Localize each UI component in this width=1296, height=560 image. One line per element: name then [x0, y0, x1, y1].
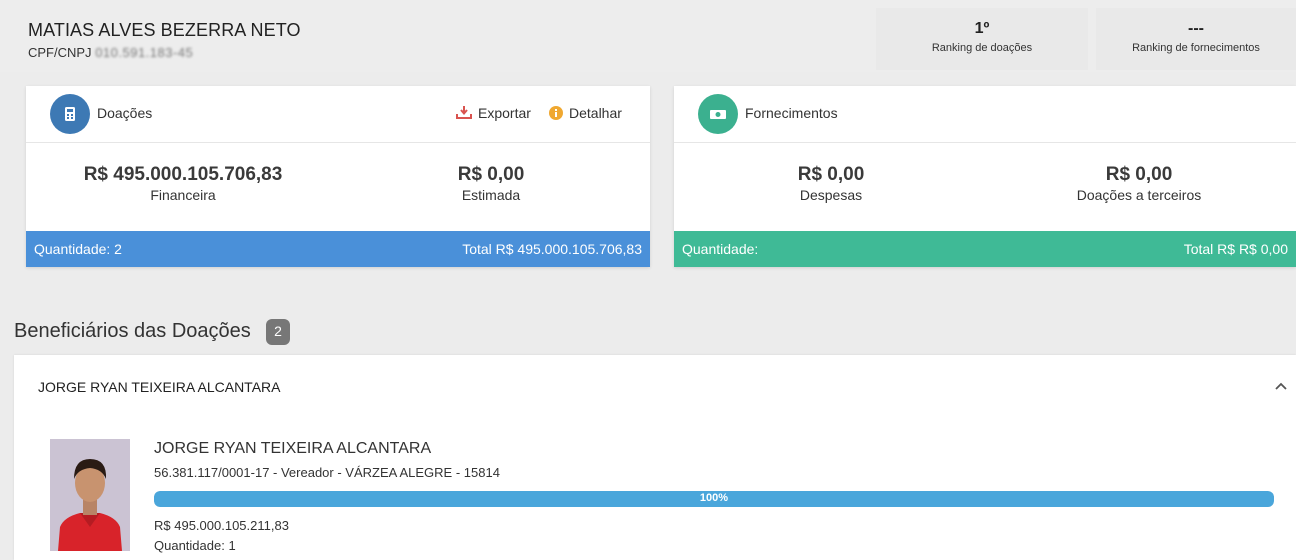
progress-label: 100%	[699, 492, 729, 504]
supplies-card-header: Fornecimentos	[674, 86, 1296, 143]
donor-header: MATIAS ALVES BEZERRA NETO CPF/CNPJ 010.5…	[0, 0, 1296, 72]
supplies-card-title: Fornecimentos	[745, 105, 838, 121]
financial-caption: Financeira	[150, 187, 216, 203]
third-party-amount: R$ 0,00	[1105, 164, 1173, 185]
financial-amount: R$ 495.000.105.706,83	[83, 164, 283, 185]
beneficiary-amount: R$ 495.000.105.211,83	[154, 518, 289, 533]
supplies-card: Fornecimentos R$ 0,00 Despesas R$ 0,00 D…	[674, 86, 1296, 267]
expenses-amount: R$ 0,00	[797, 164, 865, 185]
beneficiary-panel: JORGE RYAN TEIXEIRA ALCANTARA JORGE RYAN…	[14, 355, 1296, 560]
estimated-stat: R$ 0,00 Estimada	[361, 164, 621, 203]
detail-label: Detalhar	[569, 105, 622, 121]
beneficiary-name: JORGE RYAN TEIXEIRA ALCANTARA	[154, 440, 432, 457]
beneficiaries-title: Beneficiários das Doações	[14, 320, 251, 342]
beneficiary-progress-bar: 100%	[154, 491, 1274, 507]
ranking-donations: 1º Ranking de doações	[876, 8, 1088, 70]
beneficiaries-count-badge: 2	[266, 319, 290, 345]
calculator-icon	[50, 94, 90, 134]
donor-name: MATIAS ALVES BEZERRA NETO	[28, 20, 301, 40]
beneficiary-panel-header[interactable]: JORGE RYAN TEIXEIRA ALCANTARA	[38, 379, 280, 395]
donor-document: CPF/CNPJ 010.591.183-45	[28, 45, 193, 60]
ranking-supplies: --- Ranking de fornecimentos	[1096, 8, 1296, 70]
donor-doc-label: CPF/CNPJ	[28, 45, 92, 60]
donations-card-footer: Quantidade: 2 Total R$ 495.000.105.706,8…	[26, 231, 650, 267]
export-button[interactable]: Exportar	[456, 105, 531, 123]
third-party-caption: Doações a terceiros	[1076, 187, 1202, 203]
download-icon	[456, 105, 472, 123]
donations-total: Total R$ 495.000.105.706,83	[462, 241, 642, 257]
estimated-amount: R$ 0,00	[457, 164, 525, 185]
ranking-donations-label: Ranking de doações	[931, 42, 1033, 54]
export-label: Exportar	[478, 105, 531, 121]
donations-card-header: Doações Exportar Detalhar	[26, 86, 650, 143]
beneficiary-info: 56.381.117/0001-17 - Vereador - VÁRZEA A…	[154, 465, 500, 480]
beneficiary-photo	[50, 439, 130, 551]
donations-quantity: Quantidade: 2	[34, 241, 122, 257]
detail-button[interactable]: Detalhar	[549, 105, 622, 123]
money-icon	[698, 94, 738, 134]
info-icon	[549, 106, 563, 123]
supplies-card-footer: Quantidade: Total R$ R$ 0,00	[674, 231, 1296, 267]
donor-doc-value: 010.591.183-45	[95, 45, 194, 60]
donations-card-title: Doações	[97, 105, 153, 121]
ranking-donations-value: 1º	[974, 20, 990, 37]
supplies-quantity: Quantidade:	[682, 241, 759, 257]
supplies-total: Total R$ R$ 0,00	[1183, 241, 1288, 257]
ranking-supplies-value: ---	[1188, 20, 1204, 37]
estimated-caption: Estimada	[461, 187, 521, 203]
third-party-stat: R$ 0,00 Doações a terceiros	[1009, 164, 1269, 203]
financial-stat: R$ 495.000.105.706,83 Financeira	[53, 164, 313, 203]
chevron-up-icon[interactable]	[1275, 379, 1287, 397]
expenses-stat: R$ 0,00 Despesas	[701, 164, 961, 203]
expenses-caption: Despesas	[799, 187, 863, 203]
beneficiary-quantity: Quantidade: 1	[154, 538, 236, 553]
ranking-supplies-label: Ranking de fornecimentos	[1132, 42, 1260, 54]
donations-card: Doações Exportar Detalhar R$ 495.000.105…	[26, 86, 650, 267]
